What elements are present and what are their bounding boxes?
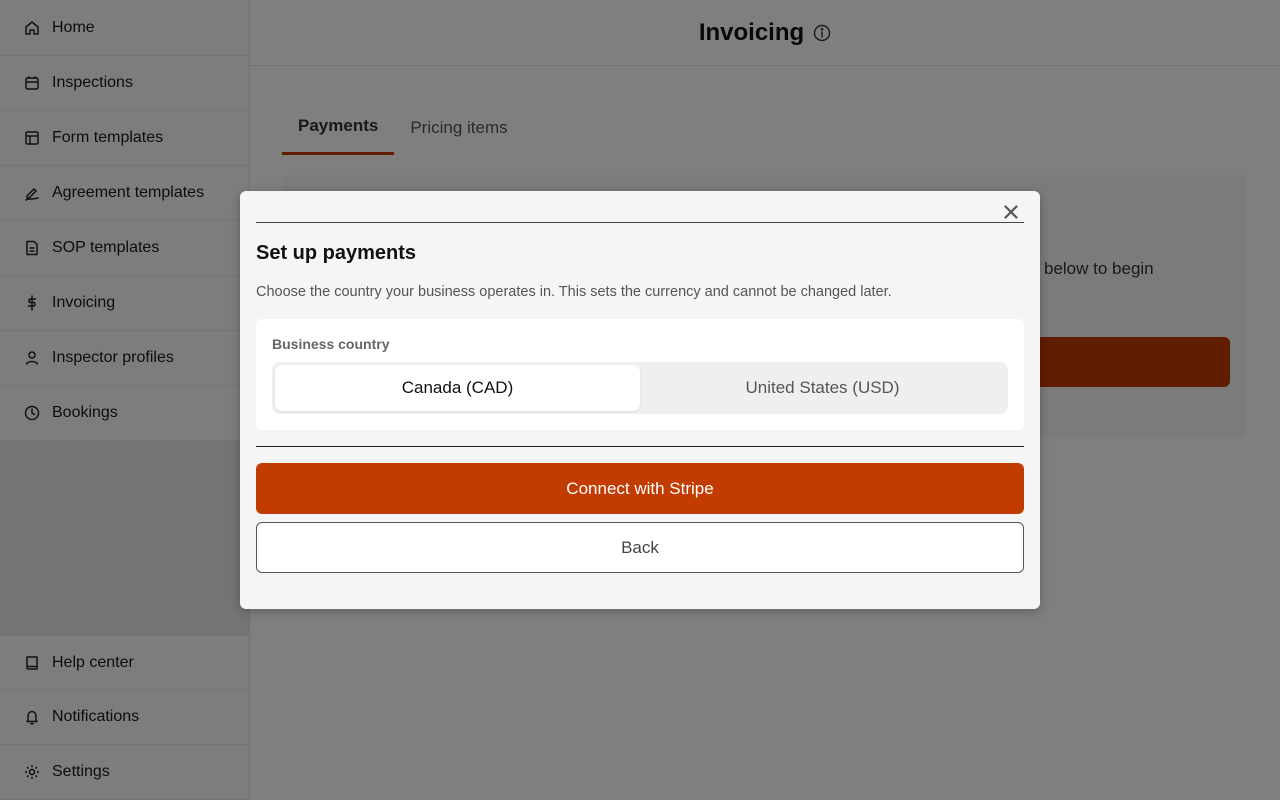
dialog-title: Set up payments bbox=[256, 242, 417, 264]
close-icon bbox=[1004, 205, 1018, 219]
dialog-description: Choose the country your business operate… bbox=[256, 284, 892, 300]
back-button[interactable]: Back bbox=[256, 522, 1024, 573]
close-button[interactable] bbox=[999, 200, 1023, 224]
country-segmented-control: Canada (CAD) United States (USD) bbox=[272, 362, 1008, 414]
divider bbox=[256, 446, 1024, 447]
country-selector-box: Business country Canada (CAD) United Sta… bbox=[256, 319, 1024, 430]
setup-payments-dialog: Set up payments Choose the country your … bbox=[240, 191, 1040, 609]
divider bbox=[256, 222, 1024, 223]
country-option-canada[interactable]: Canada (CAD) bbox=[275, 365, 640, 411]
connect-with-stripe-button[interactable]: Connect with Stripe bbox=[256, 463, 1024, 514]
country-label: Business country bbox=[272, 336, 390, 352]
country-option-united-states[interactable]: United States (USD) bbox=[640, 365, 1005, 411]
